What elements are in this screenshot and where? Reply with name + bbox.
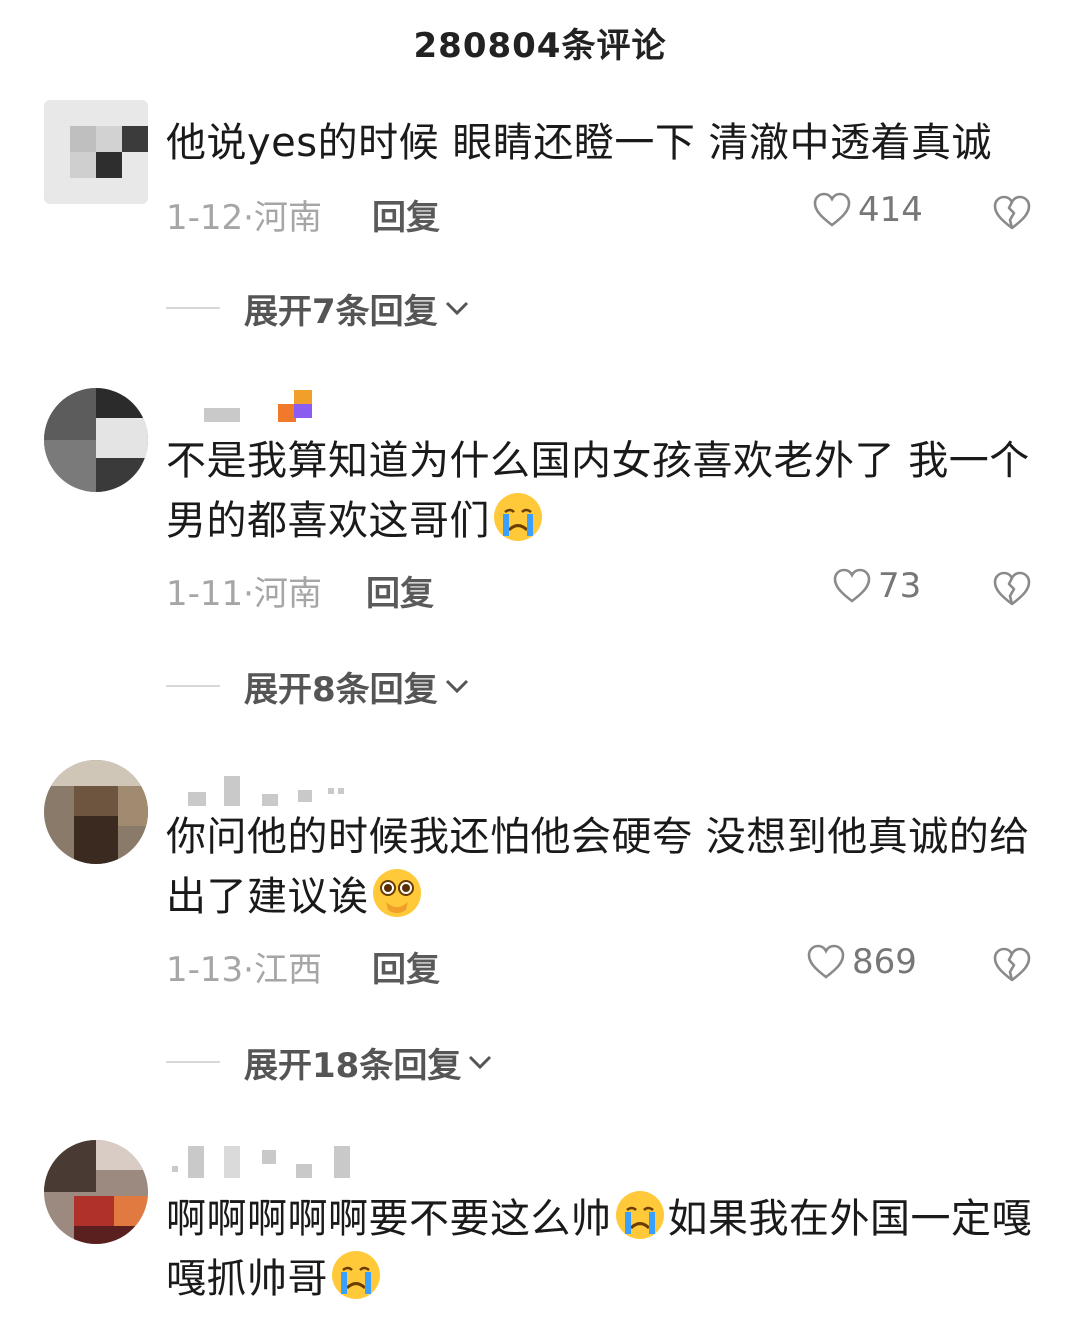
pleading-face-emoji	[372, 869, 421, 917]
comment-text-part: 你问他的时候我还怕他会硬夸 没想到他真诚的给出了建议诶	[166, 814, 1030, 920]
chevron-down-icon	[445, 301, 468, 316]
broken-heart-icon[interactable]	[992, 194, 1032, 232]
broken-heart-icon[interactable]	[992, 946, 1032, 984]
username-blurred[interactable]	[172, 772, 412, 806]
comment-text: 啊啊啊啊啊要不要这么帅 如果我在外国一定嘎嘎抓帅哥	[166, 1188, 1046, 1308]
crying-face-emoji	[494, 493, 542, 541]
username-blurred[interactable]	[172, 1144, 412, 1178]
avatar[interactable]	[44, 1140, 148, 1244]
comment-date-location: 1-11·河南	[166, 574, 322, 614]
comment-text: 他说yes的时候 眼睛还瞪一下 清澈中透着真诚	[166, 120, 993, 166]
like-button[interactable]: 73	[832, 566, 921, 606]
avatar[interactable]	[44, 100, 148, 204]
like-count: 73	[878, 566, 922, 606]
like-count: 414	[858, 190, 923, 230]
comment-text-part: 不是我算知道为什么国内女孩喜欢老外了 我一个男的都喜欢这哥们	[166, 438, 1030, 544]
comment-date-location: 1-12·河南	[166, 198, 322, 238]
expand-replies-button[interactable]: 展开18条回复	[166, 1040, 495, 1086]
chevron-down-icon	[469, 1055, 492, 1070]
comment-count-title: 280804条评论	[413, 26, 667, 66]
like-count: 869	[852, 942, 917, 982]
reply-button[interactable]: 回复	[372, 942, 440, 991]
divider-line	[166, 685, 220, 687]
comment-date-location: 1-13·江西	[166, 950, 322, 990]
expand-replies-button[interactable]: 展开8条回复	[166, 664, 472, 710]
comment-text: 不是我算知道为什么国内女孩喜欢老外了 我一个男的都喜欢这哥们	[166, 432, 1046, 550]
like-button[interactable]: 414	[812, 190, 923, 230]
comment-text-part: 啊啊啊啊啊要不要这么帅	[166, 1196, 612, 1242]
expand-replies-label: 展开7条回复	[244, 291, 438, 332]
comment-text: 你问他的时候我还怕他会硬夸 没想到他真诚的给出了建议诶	[166, 808, 1046, 926]
heart-icon	[813, 192, 851, 227]
username-blurred[interactable]	[172, 390, 412, 422]
expand-replies-button[interactable]: 展开7条回复	[166, 286, 472, 332]
divider-line	[166, 307, 220, 309]
chevron-down-icon	[445, 679, 468, 694]
crying-face-emoji	[332, 1251, 380, 1299]
broken-heart-icon[interactable]	[992, 570, 1032, 608]
expand-replies-label: 展开18条回复	[244, 1045, 462, 1086]
heart-icon	[807, 944, 845, 979]
reply-button[interactable]: 回复	[372, 190, 440, 239]
divider-line	[166, 1061, 220, 1063]
crying-face-emoji	[615, 1191, 664, 1239]
avatar[interactable]	[44, 388, 148, 492]
expand-replies-label: 展开8条回复	[244, 669, 438, 710]
avatar[interactable]	[44, 760, 148, 864]
like-button[interactable]: 869	[806, 942, 917, 982]
heart-icon	[833, 568, 871, 603]
reply-button[interactable]: 回复	[366, 566, 434, 615]
